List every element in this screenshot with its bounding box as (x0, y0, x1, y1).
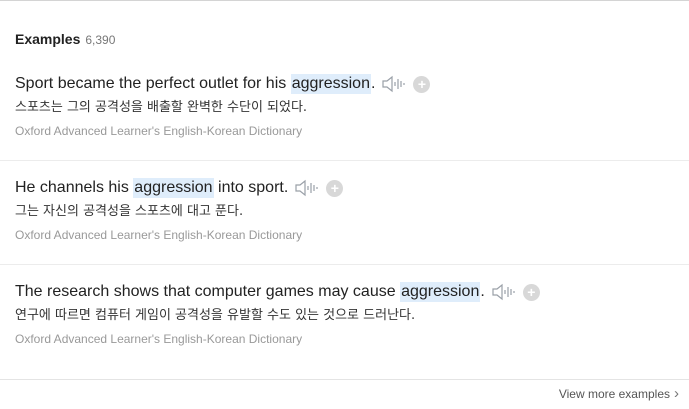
plus-circle-icon[interactable]: + (326, 179, 344, 197)
example-item: He channels his aggression into sport. +… (15, 178, 689, 242)
examples-title: Examples (15, 31, 81, 47)
view-more-examples-link[interactable]: View more examples › (558, 385, 679, 402)
example-source: Oxford Advanced Learner's English-Korean… (15, 228, 303, 242)
example-source: Oxford Advanced Learner's English-Korean… (15, 332, 303, 346)
example-sentence: The research shows that computer games m… (15, 282, 689, 302)
example-item: Sport became the perfect outlet for his … (15, 74, 689, 138)
speaker-icon[interactable] (382, 74, 406, 94)
example-item: The research shows that computer games m… (15, 282, 689, 346)
highlighted-term[interactable]: aggression (400, 282, 481, 302)
sentence-text: . (370, 75, 376, 92)
example-sentence: He channels his aggression into sport. + (15, 178, 689, 198)
view-more-label: View more examples (558, 387, 670, 401)
examples-panel: Examples 6,390 Sport became the perfect … (0, 0, 689, 409)
divider (0, 160, 689, 161)
chevron-right-icon: › (674, 385, 679, 402)
divider (0, 264, 689, 265)
highlighted-term[interactable]: aggression (133, 178, 214, 198)
speaker-icon[interactable] (492, 282, 516, 302)
plus-circle-icon[interactable]: + (522, 283, 540, 301)
example-translation: 스포츠는 그의 공격성을 배출할 완벽한 수단이 되었다. (15, 100, 308, 115)
example-source: Oxford Advanced Learner's English-Korean… (15, 124, 303, 138)
sentence-text: He channels his (15, 179, 134, 196)
sentence-text: . (480, 283, 485, 300)
sentence-text: Sport became the perfect outlet for his (15, 75, 291, 92)
footer-divider (0, 379, 689, 380)
example-translation: 그는 자신의 공격성을 스포츠에 대고 푼다. (15, 204, 244, 219)
examples-count: 6,390 (85, 33, 116, 47)
speaker-icon[interactable] (295, 178, 319, 198)
sentence-text: into sport. (213, 179, 289, 196)
example-translation: 연구에 따르면 컴퓨터 게임이 공격성을 유발할 수도 있는 것으로 드러난다. (15, 308, 416, 323)
example-sentence: Sport became the perfect outlet for his … (15, 74, 689, 94)
plus-circle-icon[interactable]: + (413, 75, 431, 93)
examples-header: Examples 6,390 (15, 31, 115, 47)
highlighted-term[interactable]: aggression (290, 74, 371, 94)
sentence-text: The research shows that computer games m… (15, 283, 401, 300)
